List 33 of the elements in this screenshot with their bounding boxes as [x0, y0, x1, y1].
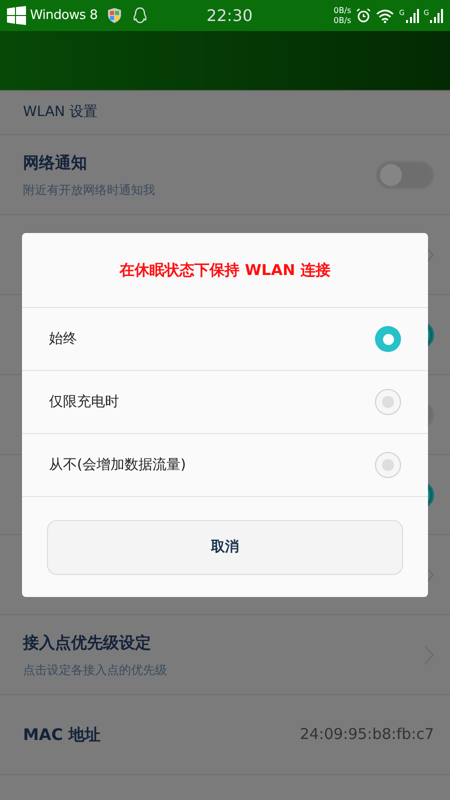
- row-subtitle: 点击设定各接入点的优先级: [23, 662, 167, 678]
- toggle-switch[interactable]: [376, 160, 434, 188]
- radio-button[interactable]: [375, 452, 401, 478]
- row-title: 接入点优先级设定: [23, 632, 152, 654]
- radio-option[interactable]: 从不(会增加数据流量): [22, 434, 428, 497]
- settings-row[interactable]: 接入点优先级设定 点击设定各接入点的优先级: [0, 615, 450, 695]
- carrier-label: Windows 8: [30, 6, 98, 25]
- upload-speed: 0B/s: [334, 6, 352, 16]
- radio-button[interactable]: [375, 389, 401, 415]
- option-label: 从不(会增加数据流量): [49, 456, 186, 474]
- option-label: 仅限充电时: [49, 392, 119, 412]
- settings-row[interactable]: 网络通知 附近有开放网络时通知我: [0, 135, 450, 215]
- alarm-icon: [356, 8, 372, 23]
- wifi-icon: [376, 8, 394, 22]
- signal-icon: [429, 8, 443, 22]
- mac-value: 24:09:95:b8:fb:c7: [300, 724, 434, 746]
- radio-option[interactable]: 始终: [22, 308, 428, 371]
- radio-button[interactable]: [375, 326, 401, 352]
- radio-option[interactable]: 仅限充电时: [22, 371, 428, 434]
- cancel-button[interactable]: 取消: [47, 520, 403, 574]
- signal-icon: [404, 8, 419, 22]
- option-label: 始终: [49, 330, 77, 348]
- clock-time: 22:30: [206, 4, 253, 26]
- download-speed: 0B/s: [334, 16, 352, 26]
- row-subtitle: 附近有开放网络时通知我: [23, 182, 155, 198]
- settings-row[interactable]: MAC 地址 24:09:95:b8:fb:c7: [0, 695, 450, 775]
- row-title: MAC 地址: [23, 724, 101, 746]
- dialog-title: 在休眠状态下保持 WLAN 连接: [120, 260, 330, 281]
- shield-icon: [108, 8, 121, 23]
- penguin-icon: [132, 7, 147, 24]
- section-title: WLAN 设置: [23, 103, 98, 122]
- row-title: 网络通知: [23, 152, 88, 174]
- windows-logo-icon: [7, 6, 26, 25]
